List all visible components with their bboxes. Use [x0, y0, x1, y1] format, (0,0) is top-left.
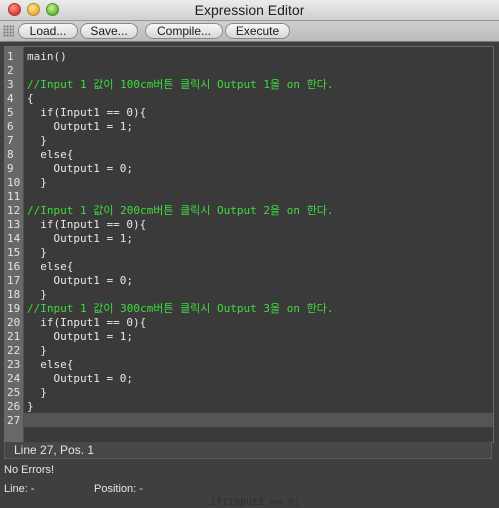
line-number: 25	[7, 386, 21, 399]
code-line[interactable]: }	[27, 400, 34, 414]
code-line[interactable]: if(Input1 == 0){	[27, 316, 146, 330]
line-number: 27	[7, 414, 21, 427]
code-comment-line[interactable]: //Input 1 값이 200cm버튼 클릭시 Output 2을 on 한다…	[27, 204, 334, 218]
window-title: Expression Editor	[194, 2, 305, 18]
code-line[interactable]: if(Input1 == 0){	[27, 106, 146, 120]
code-line[interactable]: Output1 = 1;	[27, 232, 132, 246]
code-comment-line[interactable]: //Input 1 값이 300cm버튼 클릭시 Output 3을 on 한다…	[27, 302, 334, 316]
code-line[interactable]: }	[27, 176, 47, 190]
line-number: 12	[7, 204, 21, 217]
line-number: 26	[7, 400, 21, 413]
save-button[interactable]: Save...	[80, 23, 138, 39]
line-number: 15	[7, 246, 21, 259]
code-line[interactable]: {	[27, 92, 34, 106]
code-line[interactable]: else{	[27, 358, 73, 372]
code-line[interactable]: Output1 = 0;	[27, 372, 132, 386]
compile-message: No Errors!	[4, 464, 55, 476]
error-line-label: Line: -	[4, 483, 35, 495]
line-number: 21	[7, 330, 21, 343]
code-line[interactable]: Output1 = 0;	[27, 274, 132, 288]
line-number: 7	[7, 134, 14, 147]
code-line[interactable]: Output1 = 1;	[27, 120, 132, 134]
compile-button[interactable]: Compile...	[145, 23, 223, 39]
expression-editor-window: Expression Editor Load... Save... Compil…	[0, 0, 499, 508]
line-number: 17	[7, 274, 21, 287]
line-number: 14	[7, 232, 21, 245]
error-position-label: Position: -	[94, 483, 143, 495]
cursor-position-status: Line 27, Pos. 1	[4, 442, 492, 459]
line-number: 5	[7, 106, 14, 119]
line-number: 11	[7, 190, 21, 203]
code-line[interactable]: if(Input1 == 0){	[27, 218, 146, 232]
toolbar-grip-icon[interactable]	[3, 25, 14, 37]
line-number: 4	[7, 92, 14, 105]
line-number: 20	[7, 316, 21, 329]
line-number: 22	[7, 344, 21, 357]
code-line[interactable]: else{	[27, 260, 73, 274]
code-line[interactable]: }	[27, 288, 47, 302]
code-comment-line[interactable]: //Input 1 값이 100cm버튼 클릭시 Output 1을 on 한다…	[27, 78, 334, 92]
code-line[interactable]: }	[27, 386, 47, 400]
current-line-highlight	[24, 413, 493, 427]
code-line[interactable]: main()	[27, 50, 67, 64]
load-button[interactable]: Load...	[18, 23, 78, 39]
code-line[interactable]: }	[27, 246, 47, 260]
code-editor[interactable]: 1 2 3 4 5 6 7 8 9 10 11 12 13 14 15 16 17 18 19 20 21 22 23 24 2…	[4, 46, 494, 443]
code-line[interactable]: else{	[27, 148, 73, 162]
line-number: 8	[7, 148, 14, 161]
background-code-text: if(Input1 == 0)	[210, 497, 301, 508]
line-number: 1	[7, 50, 14, 63]
line-number: 24	[7, 372, 21, 385]
line-number: 9	[7, 162, 14, 175]
line-number: 19	[7, 302, 21, 315]
compile-output-panel: No Errors! Line: - Position: - if(Input1…	[0, 460, 499, 508]
title-bar[interactable]: Expression Editor	[0, 0, 499, 21]
line-number: 18	[7, 288, 21, 301]
line-number: 13	[7, 218, 21, 231]
toolbar: Load... Save... Compile... Execute	[0, 21, 499, 42]
code-line[interactable]: }	[27, 344, 47, 358]
line-number: 16	[7, 260, 21, 273]
line-number: 3	[7, 78, 14, 91]
code-line[interactable]: }	[27, 134, 47, 148]
line-number: 10	[7, 176, 21, 189]
code-line[interactable]: Output1 = 0;	[27, 162, 132, 176]
execute-button[interactable]: Execute	[225, 23, 290, 39]
line-number: 23	[7, 358, 21, 371]
line-number: 6	[7, 120, 14, 133]
line-number: 2	[7, 64, 14, 77]
code-line[interactable]: Output1 = 1;	[27, 330, 132, 344]
